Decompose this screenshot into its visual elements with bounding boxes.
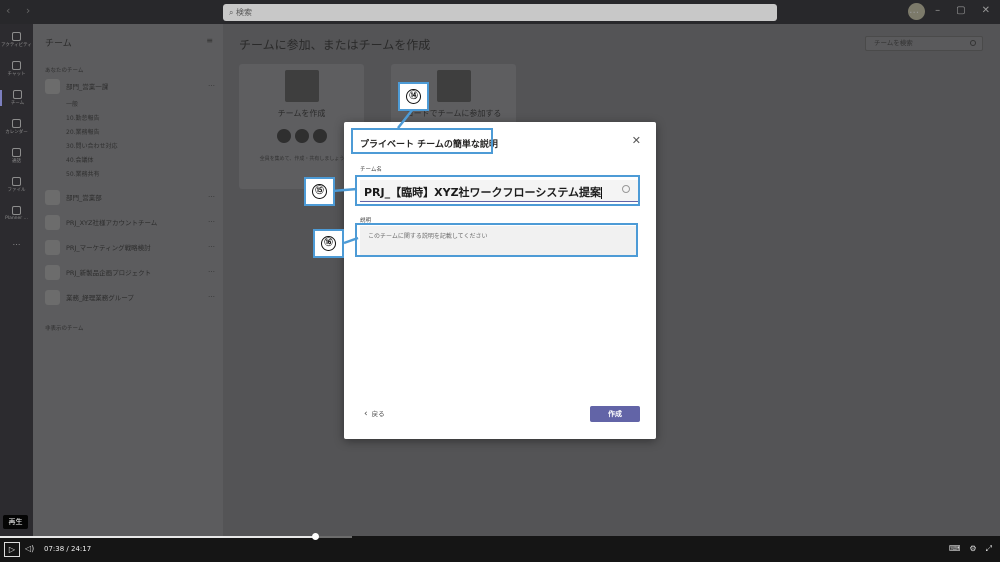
- phone-icon: [12, 148, 21, 157]
- filter-icon[interactable]: ≡: [206, 36, 213, 45]
- more-icon[interactable]: …: [208, 80, 215, 88]
- team-icon: [45, 190, 60, 205]
- team-item[interactable]: 業務_経理業務グループ …: [45, 289, 215, 307]
- rail-item-teams[interactable]: チーム: [0, 90, 33, 106]
- create-team-illustration: [285, 70, 319, 102]
- more-icon[interactable]: …: [208, 291, 215, 299]
- teams-pane: チーム ≡ あなたのチーム 部門_営業一課 … 一般 10.勤怠報告 20.業務…: [33, 24, 223, 536]
- back-button[interactable]: ‹ 戻る: [364, 408, 385, 419]
- window-controls: … – ▢ ✕: [909, 5, 990, 16]
- chevron-left-icon: ‹: [364, 409, 368, 419]
- create-team-dialog: プライベート チームの簡単な説明 ✕ チーム名 PRJ_【臨時】XYZ社ワークフ…: [344, 122, 656, 439]
- avatar: [295, 129, 309, 143]
- planner-icon: [12, 206, 21, 215]
- team-name-label: チーム名: [360, 167, 382, 173]
- more-icon[interactable]: …: [208, 216, 215, 224]
- search-icon: [970, 40, 976, 46]
- callout-badge-16: ⑯: [313, 229, 344, 258]
- team-item[interactable]: 部門_営業部 …: [45, 189, 215, 207]
- team-icon: [45, 290, 60, 305]
- rail-item-activity[interactable]: アクティビティ: [0, 32, 33, 48]
- more-icon[interactable]: …: [208, 266, 215, 274]
- calendar-icon: [12, 119, 21, 128]
- callout-highlight-dialog-title: [351, 128, 493, 154]
- chat-icon: [12, 61, 21, 70]
- pane-title: チーム: [45, 39, 72, 49]
- time-separator: /: [66, 545, 69, 553]
- more-icon[interactable]: …: [208, 191, 215, 199]
- rail-more-apps[interactable]: …: [0, 238, 33, 247]
- callout-highlight-description: [355, 223, 638, 257]
- captions-icon[interactable]: ⌨: [949, 544, 961, 554]
- rail-item-chat[interactable]: チャット: [0, 61, 33, 77]
- channel-item[interactable]: 50.業務共有: [66, 169, 100, 178]
- create-button[interactable]: 作成: [590, 406, 640, 422]
- total-time: 24:17: [71, 545, 92, 553]
- channel-item[interactable]: 30.問い合わせ対応: [66, 141, 118, 150]
- play-tooltip: 再生: [3, 515, 28, 529]
- play-button[interactable]: ▷: [4, 542, 20, 557]
- team-icon: [45, 79, 60, 94]
- more-icon[interactable]: …: [208, 241, 215, 249]
- video-player-bar: [0, 536, 1000, 562]
- rail-item-calendar[interactable]: カレンダー: [0, 119, 33, 135]
- channel-item[interactable]: 40.会議体: [66, 155, 94, 164]
- rail-item-files[interactable]: ファイル: [0, 177, 33, 193]
- nav-arrows[interactable]: ‹ ›: [6, 4, 36, 17]
- join-team-illustration: [437, 70, 471, 102]
- progress-fill: [0, 536, 315, 538]
- search-icon: ⌕: [229, 8, 237, 17]
- callout-badge-14: ⑭: [398, 82, 429, 111]
- channel-item[interactable]: 10.勤怠報告: [66, 113, 100, 122]
- avatar: [313, 129, 327, 143]
- rail-item-calls[interactable]: 通話: [0, 148, 33, 164]
- team-icon: [45, 265, 60, 280]
- close-window-icon[interactable]: ✕: [982, 5, 990, 16]
- callout-badge-15: ⑮: [304, 177, 335, 206]
- member-avatars: [277, 129, 327, 143]
- settings-icon[interactable]: ⚙: [969, 544, 976, 554]
- page-title: チームに参加、またはチームを作成: [239, 38, 431, 52]
- team-item[interactable]: PRJ_XYZ社様アカウントチーム …: [45, 214, 215, 232]
- maximize-icon[interactable]: ▢: [956, 5, 965, 16]
- your-teams-label: あなたのチーム: [45, 68, 84, 74]
- channel-item[interactable]: 一般: [66, 99, 78, 108]
- avatar: [277, 129, 291, 143]
- team-item[interactable]: PRJ_新製品企画プロジェクト …: [45, 264, 215, 282]
- progress-handle[interactable]: [312, 533, 319, 540]
- minimize-icon[interactable]: –: [935, 5, 940, 16]
- volume-icon[interactable]: ◁): [25, 544, 34, 553]
- search-placeholder: 検索: [236, 8, 253, 17]
- time-display: 07:38 / 24:17: [44, 545, 91, 553]
- global-search-input[interactable]: ⌕ 検索: [223, 4, 777, 21]
- team-icon: [45, 240, 60, 255]
- bell-icon: [12, 32, 21, 41]
- app-rail: アクティビティ チャット チーム カレンダー 通話 ファイル Planner .…: [0, 24, 33, 536]
- team-item[interactable]: 部門_営業一課 …: [45, 78, 215, 96]
- channel-item[interactable]: 20.業務報告: [66, 127, 100, 136]
- fullscreen-icon[interactable]: ⤢: [986, 544, 992, 554]
- title-bar: ‹ › ⌕ 検索 … – ▢ ✕: [0, 0, 1000, 24]
- player-right-controls: ⌨ ⚙ ⤢: [949, 544, 992, 554]
- team-item[interactable]: PRJ_マーケティング戦略検討 …: [45, 239, 215, 257]
- callout-highlight-team-name: [355, 175, 640, 206]
- more-options-icon[interactable]: …: [909, 5, 919, 16]
- team-icon: [45, 215, 60, 230]
- hidden-teams-label[interactable]: 非表示のチーム: [45, 324, 83, 332]
- team-search-input[interactable]: チームを検索: [865, 36, 983, 51]
- teams-icon: [13, 90, 22, 99]
- close-icon[interactable]: ✕: [632, 134, 641, 147]
- current-time: 07:38: [44, 545, 65, 553]
- file-icon: [12, 177, 21, 186]
- rail-item-planner[interactable]: Planner ...: [0, 206, 33, 221]
